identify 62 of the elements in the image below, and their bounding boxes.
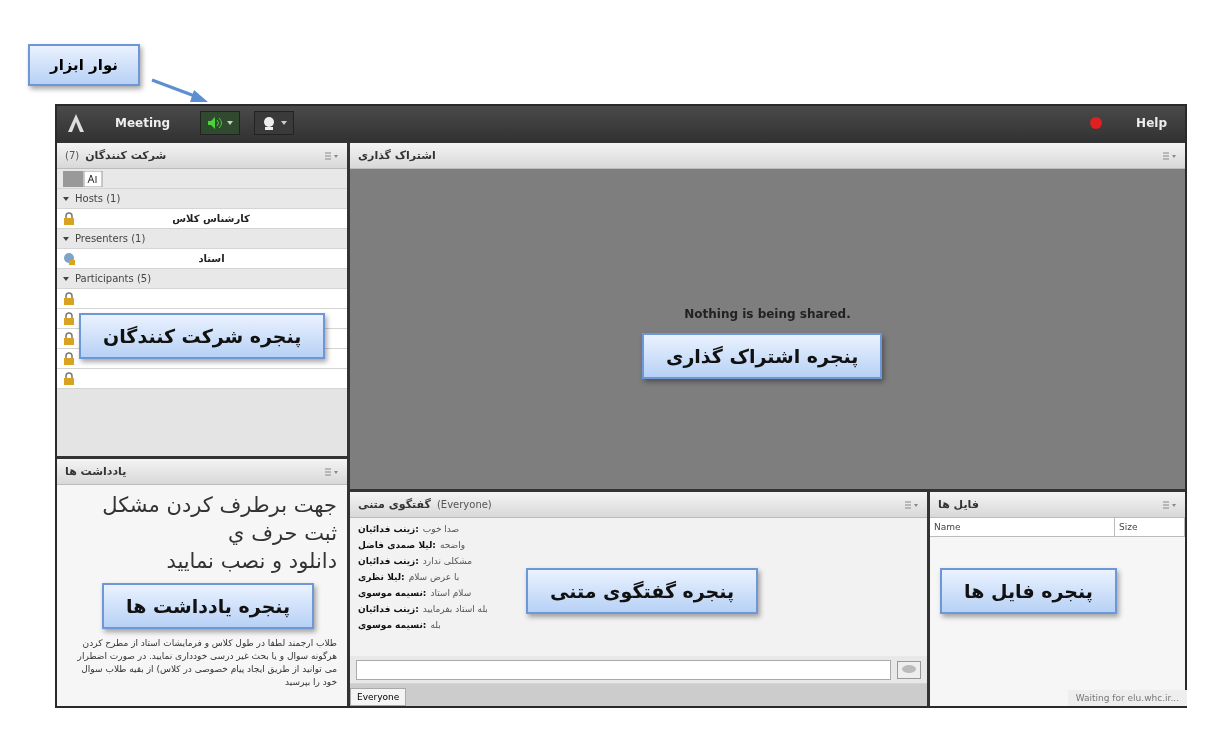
camera-button[interactable]	[254, 111, 295, 135]
user-lock-icon	[63, 372, 75, 385]
chat-message: نسیمه موسوی: سلام استاد	[358, 588, 472, 598]
group-header[interactable]: Presenters (1)	[57, 229, 347, 249]
note-text: ثبت حرف ي	[227, 520, 337, 547]
callout-arrow	[150, 78, 210, 104]
pod-title: گفتگوی متنی	[358, 498, 431, 511]
user-lock-icon	[63, 292, 75, 305]
caret-icon	[281, 121, 288, 125]
note-paragraph: طلاب ارجمند لطفا در طول کلاس و فرمایشات استاد از مطرح کردن هرگونه سوال و یا بحث غیر درسی خودداری نمایید. در صورت اضطرار می توانید از طریق ایجاد پیام خصوصی در کلاس) از بقیه طلاب سوال خود را بپرسید	[76, 637, 337, 689]
notes-callout: پنجره یادداشت ها	[102, 583, 315, 629]
expand-icon	[63, 235, 69, 242]
note-text: جهت برطرف کردن مشکل	[101, 492, 337, 519]
caret-icon	[227, 121, 234, 125]
presenter-icon	[63, 252, 76, 265]
audio-button[interactable]	[200, 111, 241, 135]
column-header[interactable]: Size	[1115, 518, 1185, 536]
send-message-icon[interactable]	[897, 660, 921, 679]
help-menu[interactable]: Help	[1136, 116, 1167, 130]
pod-title: فایل ها	[938, 498, 979, 511]
user-lock-icon	[63, 332, 75, 345]
pod-menu-icon[interactable]	[1163, 151, 1177, 160]
pod-count: (7)	[65, 150, 80, 161]
participants-callout: پنجره شرکت کنندگان	[79, 313, 326, 359]
chat-message: زینب فدائیان: مشکلی ندارد	[358, 556, 473, 566]
logo-icon	[67, 112, 85, 134]
pod-audience: (Everyone)	[436, 499, 492, 510]
group-label: Hosts (1)	[75, 193, 121, 204]
user-lock-icon	[63, 212, 75, 225]
meeting-menu[interactable]: Meeting	[115, 116, 171, 130]
chat-message: نسیمه موسوی: بله	[358, 620, 441, 630]
group-label: Presenters (1)	[75, 233, 146, 244]
column-header[interactable]: Name	[930, 518, 1115, 536]
files-callout: پنجره فایل ها	[940, 568, 1117, 614]
group-header[interactable]: Participants (5)	[57, 269, 347, 289]
user-lock-icon	[63, 352, 75, 365]
view-toggle-icon[interactable]	[63, 170, 103, 187]
share-callout: پنجره اشتراک گذاری	[642, 333, 883, 379]
pod-menu-icon[interactable]	[325, 467, 339, 476]
chat-input[interactable]	[356, 659, 891, 680]
chat-tab[interactable]: Everyone	[350, 688, 407, 706]
pod-menu-icon[interactable]	[1163, 500, 1177, 509]
expand-icon	[63, 275, 69, 282]
user-lock-icon	[63, 312, 75, 325]
group-header[interactable]: Hosts (1)	[57, 189, 347, 209]
pod-menu-icon[interactable]	[905, 500, 919, 509]
status-text: Waiting for elu.whc.ir...	[1067, 690, 1187, 706]
speaker-icon	[207, 116, 224, 130]
chat-message: لیلا نظری: با عرض سلام	[358, 572, 460, 582]
share-message: Nothing is being shared.	[684, 307, 851, 321]
pod-title: شرکت کنندگان	[85, 149, 167, 162]
pod-menu-icon[interactable]	[325, 151, 339, 160]
toolbar-callout: نوار ابزار	[28, 44, 140, 86]
expand-icon	[63, 195, 69, 202]
pod-title: یادداشت ها	[65, 465, 127, 478]
pod-title: اشتراک گذاری	[358, 149, 436, 162]
group-label: Participants (5)	[75, 273, 152, 284]
chat-message: لیلا صمدی فاضل: واضحه	[358, 540, 466, 550]
chat-message: زینب فدائیان: بله استاد بفرمایید	[358, 604, 488, 614]
chat-callout: پنجره گفتگوی متنی	[526, 568, 759, 614]
chat-message: زینب فدائیان: صدا خوب	[358, 524, 460, 534]
note-text: دانلود و نصب نمایید	[165, 548, 337, 575]
